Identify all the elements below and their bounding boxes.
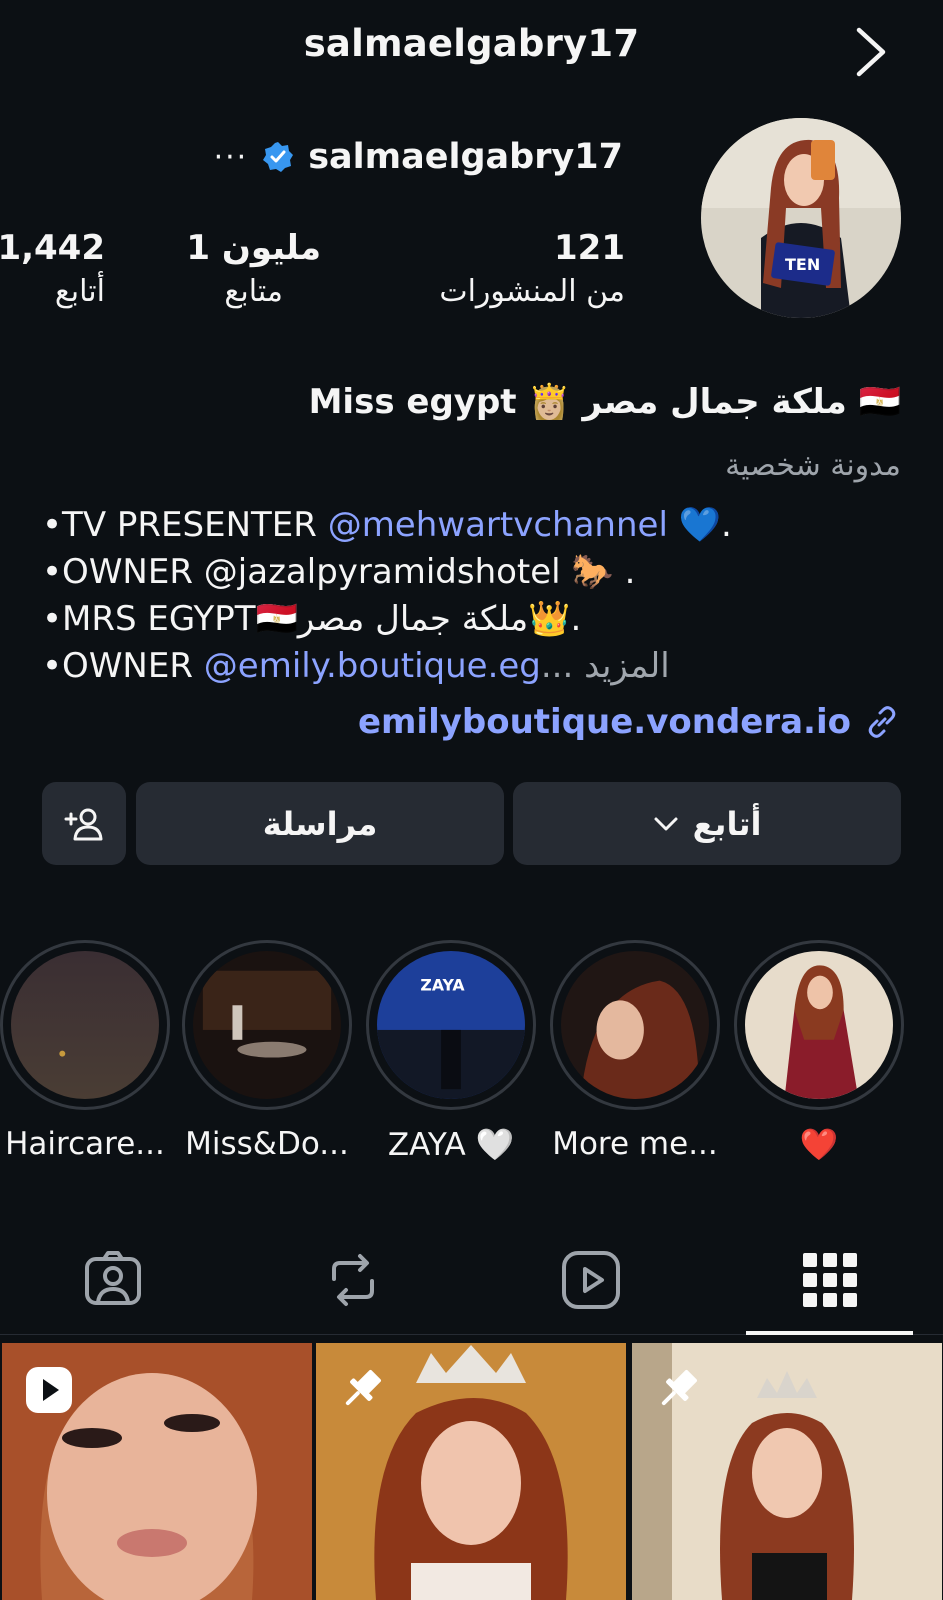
follow-button[interactable]: أتابع <box>513 782 901 865</box>
message-label: مراسلة <box>262 804 378 843</box>
highlight-ring <box>0 940 170 1110</box>
highlight-ring <box>734 940 904 1110</box>
bio-line-2: •OWNER @jazalpyramidshotel 🐎 . <box>42 552 636 592</box>
followers-count[interactable]: 1 مليون متابع <box>186 228 321 309</box>
bio-text: •TV PRESENTER <box>42 505 328 545</box>
reels-tab-icon[interactable] <box>556 1245 626 1315</box>
bio-more-link[interactable]: ... المزيد <box>541 646 670 686</box>
bio-line-3: •MRS EGYPT🇪🇬ملكة جمال مصر👑. <box>42 599 582 639</box>
more-options-icon[interactable]: ··· <box>214 140 249 175</box>
highlight-item[interactable]: ❤️ <box>734 940 904 1163</box>
pin-icon <box>345 1370 381 1406</box>
highlight-cover <box>745 951 893 1099</box>
highlight-cover <box>11 951 159 1099</box>
bio-mention-link[interactable]: @mehwartvchannel <box>328 505 668 545</box>
verified-badge-icon <box>263 142 294 172</box>
add-user-icon <box>64 808 103 840</box>
message-button[interactable]: مراسلة <box>136 782 504 865</box>
link-icon <box>868 706 896 738</box>
profile-avatar[interactable]: TEN <box>701 118 901 318</box>
reel-icon <box>26 1367 72 1413</box>
follow-label: أتابع <box>692 804 762 843</box>
highlight-cover: ZAYA <box>377 951 525 1099</box>
highlight-ring: ZAYA <box>366 940 536 1110</box>
following-value: 1,442 <box>0 228 105 268</box>
bio-text: •OWNER <box>42 646 204 686</box>
highlight-cover <box>193 951 341 1099</box>
posts-value: 121 <box>554 228 625 268</box>
category-label: مدونة شخصية <box>725 448 901 483</box>
pin-icon <box>661 1370 697 1406</box>
followers-value: 1 مليون <box>186 228 321 268</box>
highlight-label: Miss&Do... <box>185 1126 349 1162</box>
website-link[interactable]: emilyboutique.vondera.io <box>358 702 851 742</box>
tagged-tab-icon[interactable] <box>78 1245 148 1315</box>
bio-line-4: •OWNER @emily.boutique.eg... المزيد <box>42 646 670 686</box>
highlight-label: More me... <box>552 1126 718 1162</box>
svg-text:TEN: TEN <box>785 255 820 274</box>
username-row: ··· salmaelgabry17 <box>214 132 623 182</box>
posts-count[interactable]: 121 من المنشورات <box>439 228 625 309</box>
highlight-item[interactable]: More me... <box>550 940 720 1162</box>
bio-text: 💙. <box>667 505 732 545</box>
posts-label: من المنشورات <box>439 274 625 309</box>
highlight-cover <box>561 951 709 1099</box>
page-title: salmaelgabry17 <box>303 22 640 65</box>
following-count[interactable]: 1,442 أتابع <box>0 228 105 309</box>
post-thumbnail[interactable] <box>632 1343 942 1600</box>
highlight-item[interactable]: Miss&Do... <box>182 940 352 1162</box>
post-thumbnail[interactable] <box>2 1343 312 1600</box>
followers-label: متابع <box>224 274 283 309</box>
highlight-ring <box>550 940 720 1110</box>
display-name: 🇪🇬 ملكة جمال مصر 👸🏼 Miss egypt <box>308 382 901 422</box>
reposts-tab-icon[interactable] <box>318 1245 388 1315</box>
highlight-item[interactable]: ZAYA ZAYA 🤍 <box>366 940 536 1163</box>
username: salmaelgabry17 <box>308 137 623 177</box>
highlight-label: ❤️ <box>799 1127 839 1163</box>
highlight-ring <box>182 940 352 1110</box>
suggested-users-button[interactable] <box>42 782 126 865</box>
active-tab-indicator <box>746 1331 913 1335</box>
bio-mention-link[interactable]: @emily.boutique.eg <box>204 646 541 686</box>
highlight-label: Haircare... <box>5 1126 165 1162</box>
svg-text:ZAYA: ZAYA <box>420 975 465 994</box>
following-label: أتابع <box>54 274 105 309</box>
highlight-label: ZAYA 🤍 <box>387 1127 515 1163</box>
chevron-down-icon <box>654 817 678 830</box>
grid-tab-icon[interactable] <box>795 1245 865 1315</box>
chevron-right-icon[interactable] <box>851 24 891 80</box>
website-link-row[interactable]: emilyboutique.vondera.io <box>358 702 901 742</box>
highlight-item[interactable]: Haircare... <box>0 940 170 1162</box>
post-thumbnail[interactable] <box>316 1343 626 1600</box>
bio-line-1: •TV PRESENTER @mehwartvchannel 💙. <box>42 505 732 545</box>
avatar-image: TEN <box>701 118 901 318</box>
